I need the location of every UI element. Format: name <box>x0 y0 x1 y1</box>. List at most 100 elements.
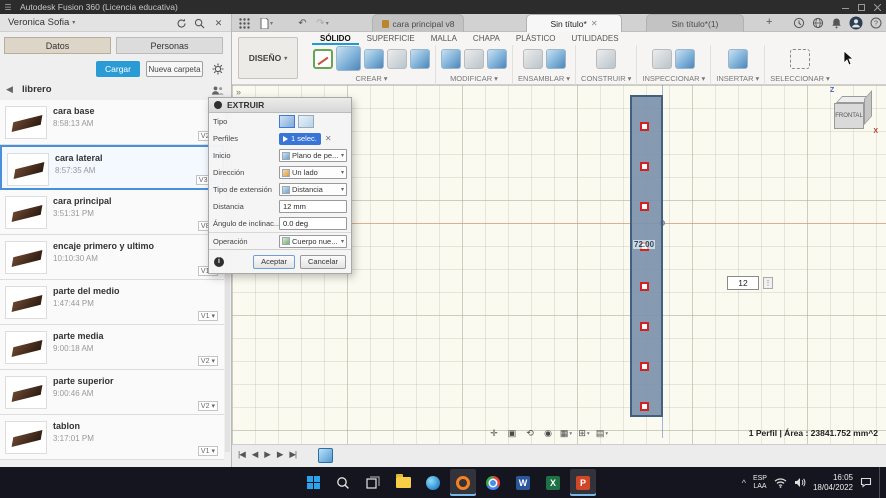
insert-icon[interactable] <box>727 48 748 69</box>
refresh-icon[interactable] <box>174 16 189 30</box>
revolve-icon[interactable] <box>364 48 384 69</box>
drag-handle-icon[interactable]: ⋮ <box>763 277 773 289</box>
people-icon[interactable] <box>210 83 225 97</box>
accept-button[interactable]: Aceptar <box>253 254 295 269</box>
list-item[interactable]: parte del medio 1:47:44 PM V1 ▾ <box>0 280 224 325</box>
action-center-icon[interactable] <box>860 477 872 488</box>
box-primitive-icon[interactable] <box>410 48 430 69</box>
distance-input[interactable]: 12 mm <box>279 200 347 213</box>
history-icon[interactable] <box>793 17 805 29</box>
tab-chapa[interactable]: CHAPA <box>465 32 508 45</box>
group-label[interactable]: CREAR <box>355 74 381 83</box>
group-label[interactable]: INSERTAR <box>716 74 753 83</box>
file-menu-icon[interactable]: ▾ <box>258 15 275 31</box>
direction-dropdown[interactable]: Un lado ▾ <box>279 166 347 179</box>
doc-tab-cara-principal[interactable]: cara principal v8 <box>372 14 464 32</box>
globe-icon[interactable] <box>812 17 824 29</box>
show-desktop-strip[interactable] <box>879 467 883 498</box>
tab-plastico[interactable]: PLÁSTICO <box>508 32 564 45</box>
start-dropdown[interactable]: Plano de pe... ▾ <box>279 149 347 162</box>
operation-dropdown[interactable]: Cuerpo nue... ▾ <box>279 234 347 248</box>
close-panel-icon[interactable]: ✕ <box>211 16 226 30</box>
construction-plane-icon[interactable] <box>596 48 617 69</box>
taskbar-search[interactable] <box>330 469 356 496</box>
version-badge[interactable]: V2▾ <box>197 356 218 366</box>
group-label[interactable]: ENSAMBLAR <box>518 74 564 83</box>
group-label[interactable]: MODIFICAR <box>450 74 492 83</box>
back-arrow-icon[interactable]: ◀ <box>6 84 13 95</box>
network-icon[interactable] <box>774 477 787 488</box>
sketch-feature-icon[interactable] <box>318 448 333 463</box>
section-analysis-icon[interactable] <box>675 48 696 69</box>
upload-button[interactable]: Cargar <box>96 61 140 77</box>
pan-icon[interactable]: ✛ <box>487 427 501 441</box>
list-item[interactable]: parte superior 9:00:46 AM V2 ▾ <box>0 370 224 415</box>
hidden-icons-chevron[interactable]: ^ <box>742 478 746 488</box>
volume-icon[interactable] <box>794 477 806 488</box>
group-label[interactable]: CONSTRUIR <box>581 74 626 83</box>
profile-hole[interactable] <box>640 402 649 411</box>
task-view-icon[interactable] <box>360 469 386 496</box>
measure-icon[interactable] <box>652 48 673 69</box>
undo-icon[interactable]: ↶ <box>294 15 311 31</box>
powerpoint-icon[interactable]: P <box>570 469 596 496</box>
new-component-icon[interactable] <box>522 48 543 69</box>
list-item[interactable]: cara principal 3:51:31 PM V8▾ <box>0 190 224 235</box>
create-sketch-icon[interactable] <box>313 48 333 69</box>
tab-utilidades[interactable]: UTILIDADES <box>563 32 626 45</box>
profile-hole[interactable] <box>640 322 649 331</box>
go-to-end-icon[interactable]: ▶| <box>289 449 297 460</box>
file-explorer-icon[interactable] <box>390 469 416 496</box>
grid-settings-icon[interactable]: ⊞ ▾ <box>577 427 591 441</box>
extrude-distance-input[interactable]: 12 <box>727 276 759 290</box>
excel-icon[interactable]: X <box>540 469 566 496</box>
profiles-selected-chip[interactable]: 1 selec. <box>279 132 321 145</box>
look-at-icon[interactable]: ◉ <box>541 427 555 441</box>
fusion-360-icon[interactable] <box>450 469 476 496</box>
word-icon[interactable]: W <box>510 469 536 496</box>
hamburger-menu-icon[interactable]: ☰ <box>0 3 16 12</box>
close-tab-icon[interactable]: ✕ <box>591 19 598 28</box>
notifications-bell-icon[interactable] <box>831 17 842 29</box>
close-window-icon[interactable] <box>874 4 881 11</box>
apps-grid-icon[interactable] <box>236 15 253 31</box>
select-icon[interactable] <box>790 48 811 69</box>
edge-icon[interactable] <box>420 469 446 496</box>
extrude-thin-icon[interactable] <box>298 115 314 128</box>
doc-tab-sin-titulo-1[interactable]: Sin título*(1) <box>646 14 744 32</box>
viewports-icon[interactable]: ▤ ▾ <box>595 427 609 441</box>
new-folder-button[interactable]: Nueva carpeta <box>146 61 203 77</box>
extrude-solid-icon[interactable] <box>279 115 295 128</box>
dialog-header[interactable]: EXTRUIR <box>209 98 351 113</box>
tab-malla[interactable]: MALLA <box>423 32 465 45</box>
tab-datos[interactable]: Datos <box>4 37 111 54</box>
taper-angle-input[interactable]: 0.0 deg <box>279 217 347 230</box>
start-button[interactable] <box>300 469 326 496</box>
tab-superficie[interactable]: SUPERFICIE <box>359 32 423 45</box>
list-item[interactable]: encaje primero y ultimo 10:10:30 AM V1▾ <box>0 235 224 280</box>
redo-icon[interactable]: ↷ ▾ <box>314 15 331 31</box>
group-label[interactable]: SELECCIONAR <box>770 74 824 83</box>
version-badge[interactable]: V1▾ <box>197 311 218 321</box>
extent-type-dropdown[interactable]: Distancia ▾ <box>279 183 347 196</box>
taskbar-clock[interactable]: 16:05 18/04/2022 <box>813 473 853 493</box>
cancel-button[interactable]: Cancelar <box>299 254 346 269</box>
list-item[interactable]: tablon 3:17:01 PM V1 ▾ <box>0 415 224 460</box>
search-icon[interactable] <box>192 16 207 30</box>
orbit-icon[interactable]: ⟲ <box>523 427 537 441</box>
maximize-icon[interactable] <box>858 4 865 11</box>
version-badge[interactable]: V2▾ <box>197 401 218 411</box>
panel-expand-chevron-icon[interactable]: » <box>236 87 241 97</box>
profile-hole[interactable] <box>640 202 649 211</box>
list-item[interactable]: cara base 8:58:13 AM V2▾ <box>0 100 224 145</box>
shell-icon[interactable] <box>487 48 507 69</box>
profile-hole[interactable] <box>640 162 649 171</box>
gear-icon[interactable] <box>210 62 225 76</box>
tab-personas[interactable]: Personas <box>116 37 223 54</box>
minimize-icon[interactable] <box>842 4 849 9</box>
viewcube[interactable]: Z FRONTAL X <box>826 87 880 137</box>
version-badge[interactable]: V1▾ <box>197 446 218 456</box>
list-item-selected[interactable]: cara lateral 8:57:35 AM V3▾ <box>0 145 224 190</box>
fillet-icon[interactable] <box>464 48 484 69</box>
press-pull-icon[interactable] <box>441 48 461 69</box>
